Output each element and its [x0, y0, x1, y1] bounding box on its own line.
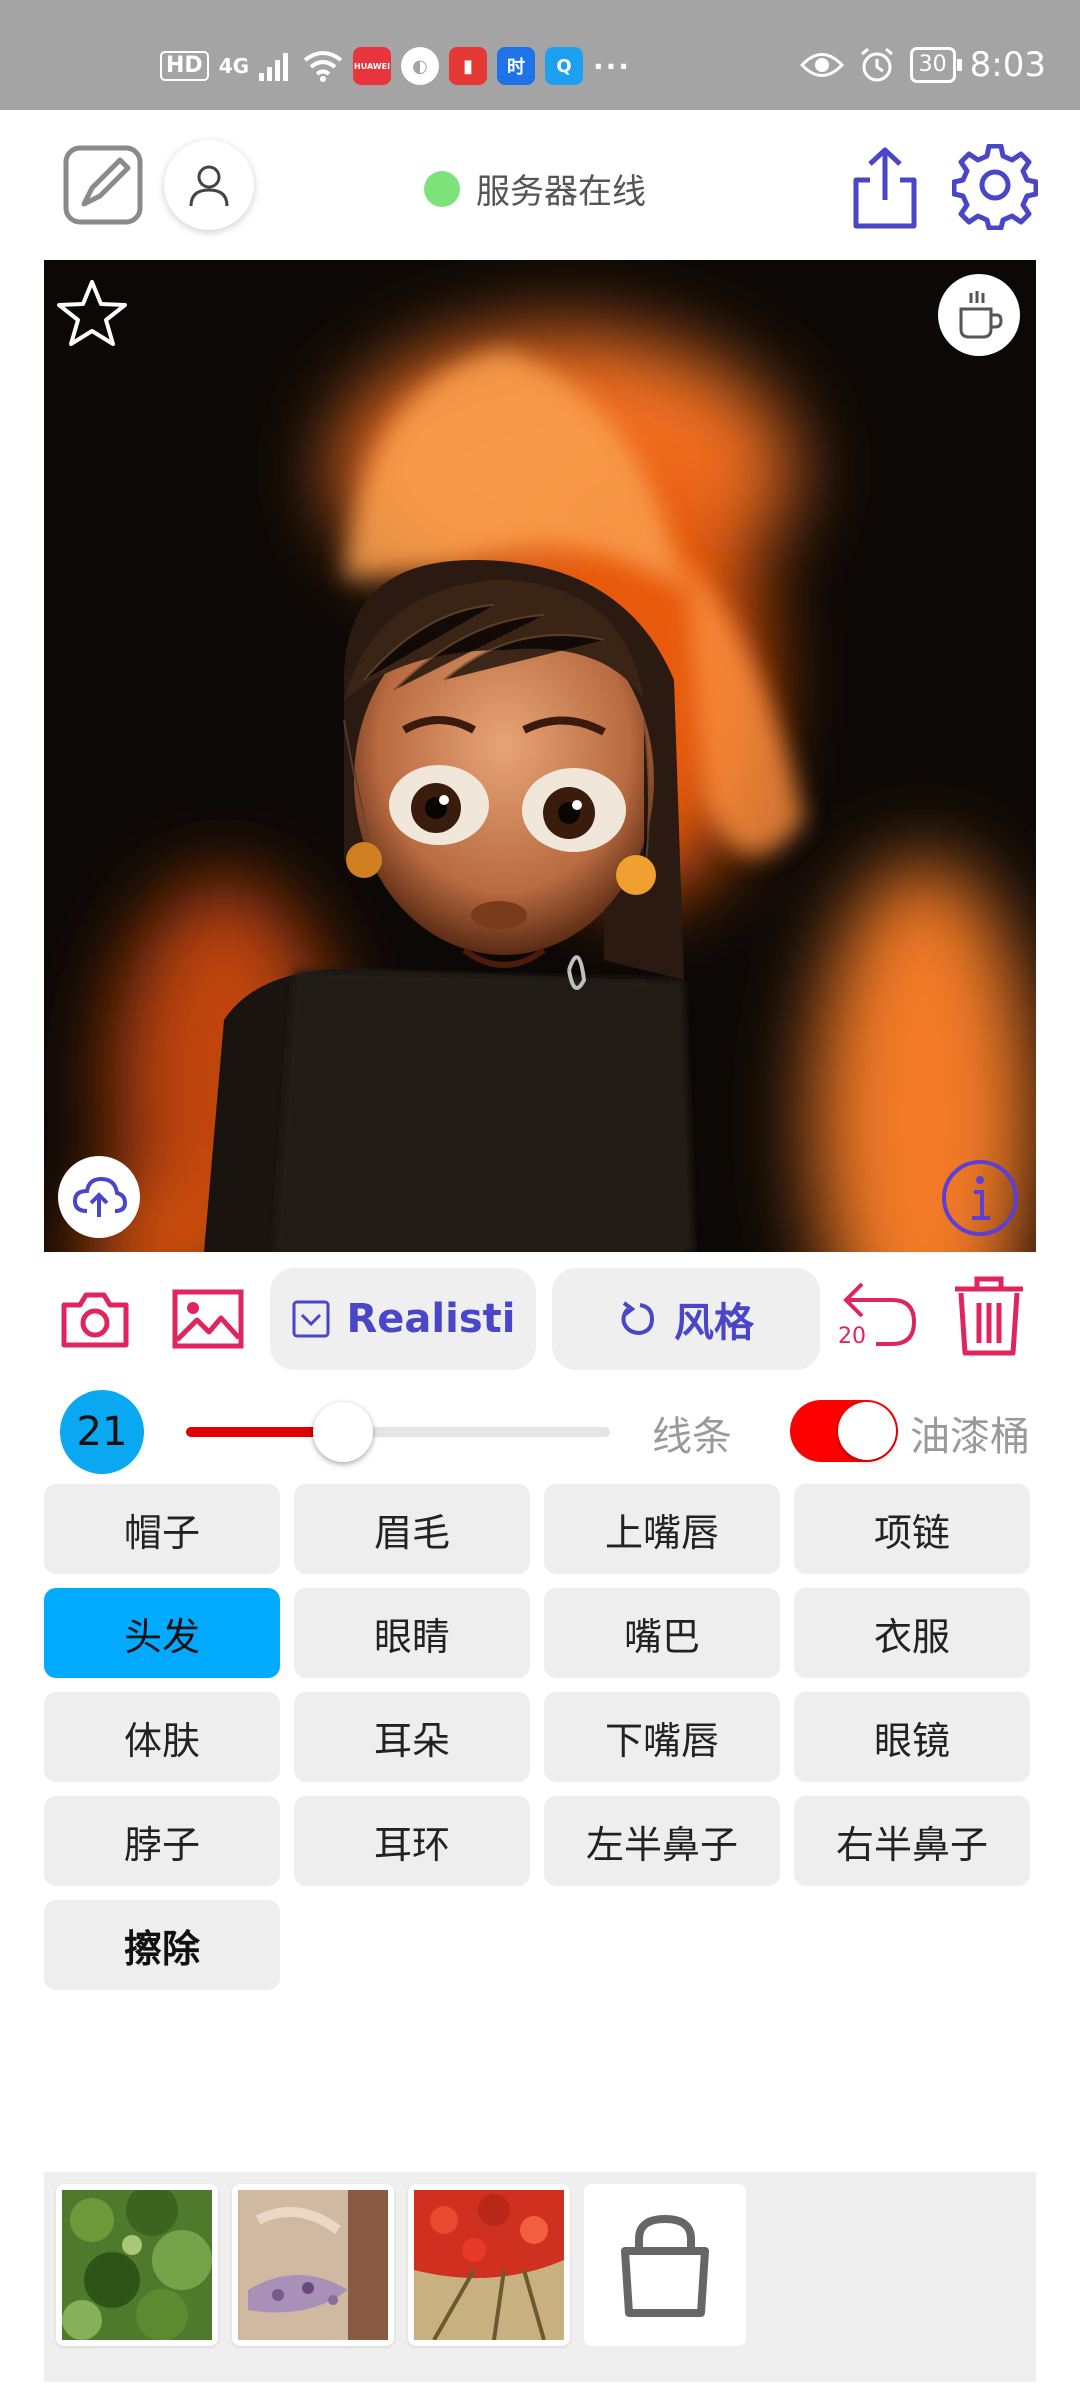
share-button[interactable] [848, 146, 922, 230]
style-thumbnail-red[interactable] [408, 2184, 570, 2346]
info-icon [942, 1160, 1018, 1236]
tool-row: Realisti 风格 20 [0, 1262, 1080, 1376]
part-button[interactable]: 脖子 [44, 1796, 280, 1886]
undo-count: 20 [838, 1324, 866, 1349]
style-model-label: Realisti [346, 1296, 516, 1342]
trash-icon [955, 1276, 1023, 1356]
status-right: 30 8:03 [799, 40, 1046, 90]
info-button[interactable] [938, 1156, 1022, 1240]
star-icon [57, 280, 127, 346]
account-button[interactable] [164, 140, 254, 230]
red-flowers-swatch [414, 2190, 564, 2340]
style-store-button[interactable] [584, 2184, 746, 2346]
part-button[interactable]: 耳朵 [294, 1692, 530, 1782]
server-status-text: 服务器在线 [476, 172, 646, 212]
paint-bucket-toggle[interactable] [790, 1400, 898, 1462]
drawing-canvas[interactable] [44, 260, 1036, 1252]
cloud-upload-icon [72, 1176, 127, 1217]
paint-bucket-toggle-knob [838, 1402, 896, 1460]
brush-size-slider-thumb[interactable] [312, 1402, 373, 1462]
part-button[interactable]: 眼镜 [794, 1692, 1030, 1782]
style-button[interactable]: 风格 [552, 1268, 820, 1370]
part-button[interactable]: 嘴巴 [544, 1588, 780, 1678]
share-icon [853, 147, 917, 229]
refresh-icon [621, 1301, 655, 1336]
status-left: HD 4G HUAWEI ◐ ▮ 时 Q ··· [160, 44, 631, 88]
alarm-icon [860, 47, 893, 82]
green-foliage-swatch [62, 2190, 212, 2340]
style-model-dropdown[interactable]: Realisti [270, 1268, 536, 1370]
favorite-button[interactable] [54, 276, 130, 352]
part-button[interactable]: 耳环 [294, 1796, 530, 1886]
sketch-mode-button[interactable] [62, 144, 144, 226]
gear-icon [952, 144, 1038, 230]
book-app-icon: ▮ [449, 47, 488, 85]
part-button[interactable]: 眼睛 [294, 1588, 530, 1678]
brush-size-slider[interactable] [186, 1427, 610, 1437]
top-toolbar: 服务器在线 [0, 110, 1080, 260]
network-type: 4G [218, 54, 250, 78]
style-palette [44, 2172, 1036, 2382]
image-icon [172, 1289, 244, 1349]
status-bar: HD 4G HUAWEI ◐ ▮ 时 Q ··· 30 8:03 [0, 0, 1080, 110]
style-thumbnail-green[interactable] [56, 2184, 218, 2346]
part-button[interactable]: 下嘴唇 [544, 1692, 780, 1782]
paint-bucket-label: 油漆桶 [910, 1414, 1030, 1460]
style-button-label: 风格 [674, 1300, 754, 1346]
part-button[interactable]: 擦除 [44, 1900, 280, 1990]
upload-button[interactable] [58, 1156, 140, 1238]
part-button[interactable]: 体肤 [44, 1692, 280, 1782]
part-button[interactable]: 左半鼻子 [544, 1796, 780, 1886]
huawei-icon: HUAWEI [353, 47, 392, 85]
server-status: 服务器在线 [424, 164, 646, 213]
edit-pen-icon [63, 145, 143, 225]
online-dot [424, 170, 460, 207]
line-mode-label: 线条 [652, 1414, 732, 1460]
shopping-bag-icon [621, 2214, 709, 2317]
part-button[interactable]: 帽子 [44, 1484, 280, 1574]
brush-size-badge: 21 [60, 1390, 144, 1474]
wifi-icon [303, 51, 343, 82]
camera-icon [61, 1292, 129, 1348]
generated-image [44, 260, 1036, 1252]
settings-button[interactable] [952, 144, 1038, 230]
style-thumbnail-beige[interactable] [232, 2184, 394, 2346]
gallery-button[interactable] [170, 1284, 246, 1354]
hd-badge: HD [160, 51, 209, 81]
signal-icon [259, 53, 289, 81]
part-button[interactable]: 项链 [794, 1484, 1030, 1574]
coffee-cup-icon [959, 291, 1003, 339]
camera-button[interactable] [60, 1284, 130, 1354]
battery-indicator: 30 [909, 47, 962, 83]
search-app-icon: Q [545, 47, 584, 85]
camera-app-icon: ◐ [401, 47, 440, 85]
part-button[interactable]: 衣服 [794, 1588, 1030, 1678]
part-button[interactable]: 头发 [44, 1588, 280, 1678]
part-button[interactable]: 右半鼻子 [794, 1796, 1030, 1886]
user-icon [189, 165, 229, 207]
dropdown-box-icon [292, 1300, 329, 1338]
more-notifications-icon: ··· [593, 49, 631, 83]
time-app-icon: 时 [497, 47, 536, 85]
part-button[interactable]: 上嘴唇 [544, 1484, 780, 1574]
clock: 8:03 [969, 45, 1046, 85]
coffee-button[interactable] [938, 274, 1020, 356]
delete-button[interactable] [948, 1274, 1030, 1358]
eye-icon [799, 53, 844, 77]
brush-controls: 21 线条 油漆桶 [0, 1382, 1080, 1478]
part-button[interactable]: 眉毛 [294, 1484, 530, 1574]
beige-fabric-swatch [238, 2190, 388, 2340]
